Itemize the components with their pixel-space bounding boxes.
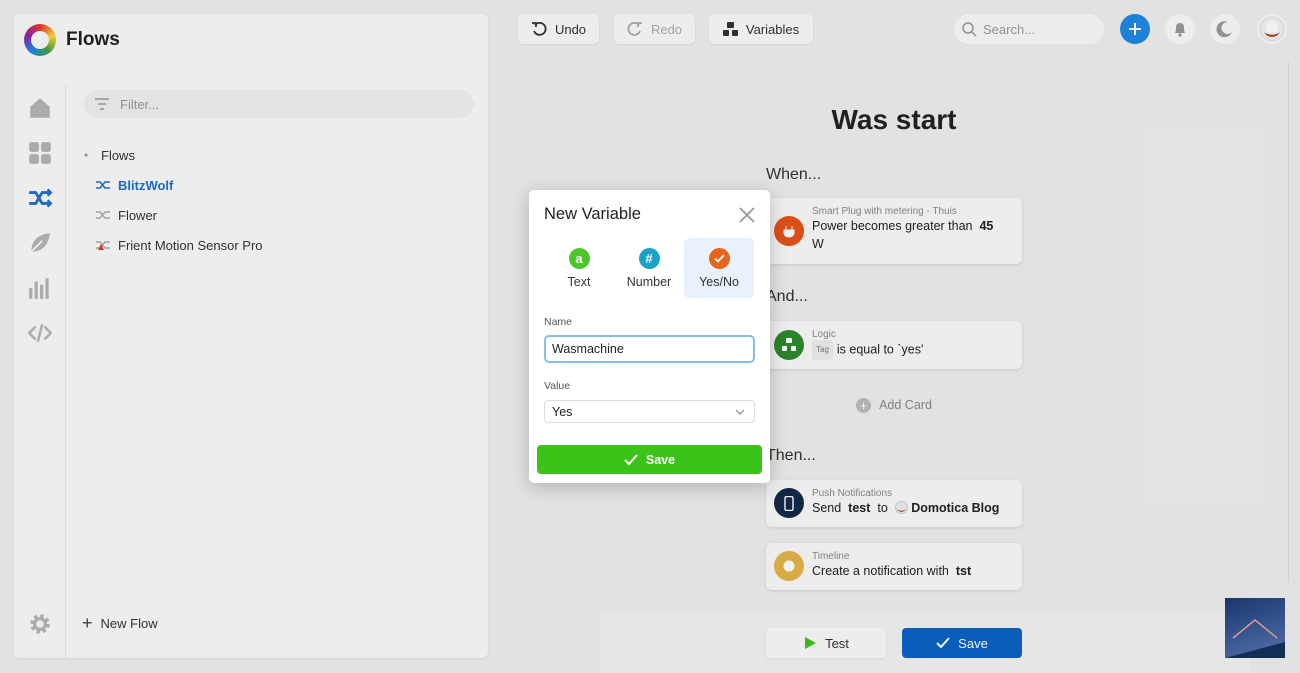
name-label: Name (544, 316, 573, 328)
dialog-title: New Variable (544, 205, 641, 223)
type-number[interactable]: # Number (614, 238, 684, 298)
type-text[interactable]: a Text (544, 238, 614, 298)
type-yes-no[interactable]: Yes/No (684, 238, 754, 298)
new-variable-dialog: New Variable a Text # Number Yes/No Name… (529, 190, 770, 483)
value-select[interactable]: Yes (544, 400, 755, 423)
number-icon: # (638, 247, 660, 269)
close-icon[interactable] (737, 205, 757, 225)
variable-type-selector: a Text # Number Yes/No (544, 238, 755, 298)
save-label: Save (645, 452, 676, 467)
save-variable-button[interactable]: Save (537, 445, 762, 474)
type-label: Yes/No (699, 274, 739, 289)
checkmark-icon (708, 247, 730, 269)
checkmark-icon (624, 453, 638, 465)
type-label: Number (626, 274, 672, 289)
value-label: Value (544, 380, 571, 392)
name-input[interactable] (544, 335, 755, 363)
value-selected: Yes (552, 404, 573, 419)
chevron-down-icon (735, 409, 745, 415)
type-label: Text (567, 274, 591, 289)
text-icon: a (568, 247, 590, 269)
